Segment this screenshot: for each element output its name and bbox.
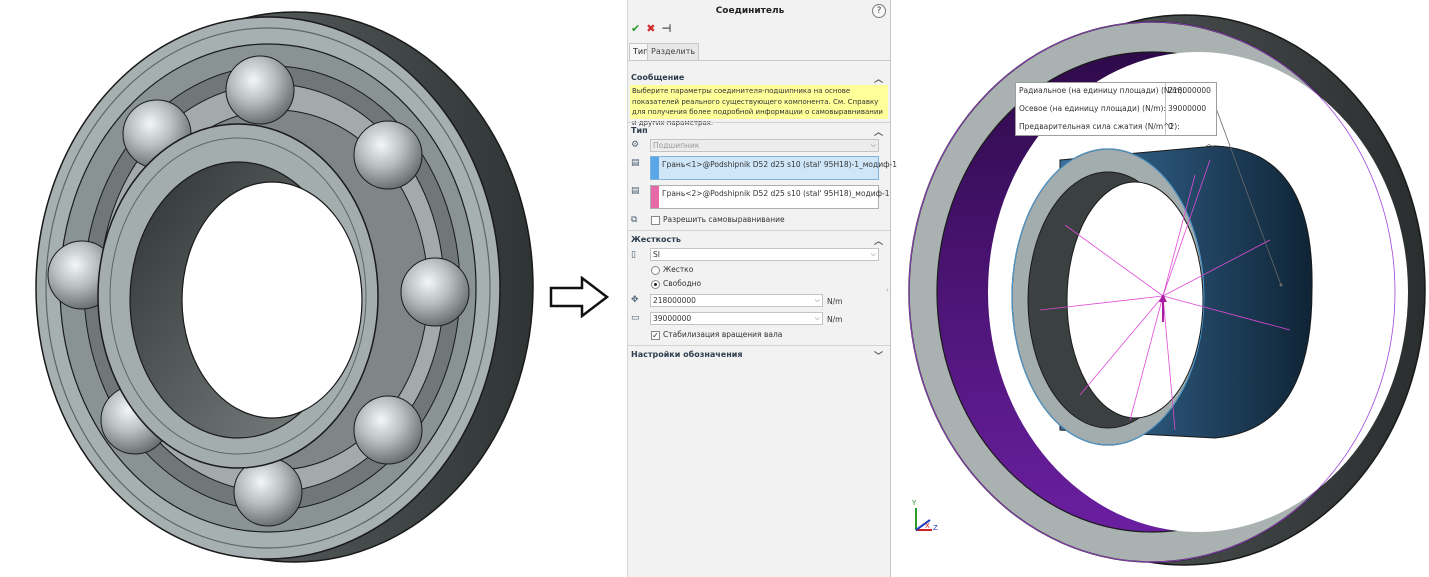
radial-stiffness-value: 218000000 <box>653 296 696 305</box>
tooltip-radial-label: Радиальное (на единицу площади) (N/m): <box>1019 86 1185 95</box>
stabilize-shaft-checkbox[interactable]: ✓ <box>651 331 660 340</box>
chevron-up-icon[interactable]: ︿ <box>874 125 883 138</box>
divider <box>628 122 890 123</box>
radial-stiffness-icon: ✥ <box>631 295 639 305</box>
stiffness-section-header[interactable]: Жесткость ︿ <box>628 235 890 247</box>
ball <box>400 257 470 327</box>
panel-title: Соединитель <box>715 6 785 16</box>
selection-2-text: Грань<2>@Podshipnik D52 d25 s10 (stal' 9… <box>662 189 890 198</box>
type-section-header[interactable]: Тип ︿ <box>628 126 890 138</box>
chevron-down-icon: ⌵ <box>814 314 820 322</box>
axial-stiffness-input[interactable]: 39000000 ⌵ <box>650 312 823 325</box>
color-swatch <box>651 186 659 208</box>
self-align-checkbox[interactable] <box>651 216 660 225</box>
connector-values-tooltip: Радиальное (на единицу площади) (N/m): 2… <box>1015 82 1217 136</box>
rigid-radio[interactable] <box>651 266 660 275</box>
face-selection-icon: ▤ <box>631 186 640 196</box>
color-swatch <box>651 157 659 179</box>
selection-box-1[interactable]: Грань<1>@Podshipnik D52 d25 s10 (stal' 9… <box>650 156 897 180</box>
svg-text:︿: ︿ <box>1204 139 1214 150</box>
selection-box-2[interactable]: Грань<2>@Podshipnik D52 d25 s10 (stal' 9… <box>650 185 890 209</box>
ball-bearing-model <box>35 11 534 563</box>
panel-toolbar: ✔ ✖ ⊣ <box>631 22 672 36</box>
axial-stiffness-value: 39000000 <box>653 314 692 323</box>
message-text: Выберите параметры соединителя-подшипник… <box>630 85 888 127</box>
ball <box>353 395 423 465</box>
connector-type-value: Подшипник <box>653 141 700 150</box>
selection-1-text: Грань<1>@Podshipnik D52 d25 s10 (stal' 9… <box>662 160 897 169</box>
divider <box>628 230 890 231</box>
rigid-label: Жестко <box>663 265 694 274</box>
right-arrow-icon <box>549 276 610 318</box>
tooltip-radial-value: 218000000 <box>1168 86 1211 95</box>
unit-system-value: SI <box>653 250 660 259</box>
radial-stiffness-input[interactable]: 218000000 ⌵ <box>650 294 823 307</box>
chevron-down-icon: ⌵ <box>814 296 820 304</box>
property-manager-panel: Соединитель ? ✔ ✖ ⊣ Тип Разделить Сообще… <box>627 0 897 577</box>
triad-x-label: X <box>925 522 930 530</box>
stiffness-section-title: Жесткость <box>631 235 681 244</box>
tooltip-preload-value: 0 <box>1168 122 1173 131</box>
cancel-x-icon[interactable]: ✖ <box>646 22 655 36</box>
axial-unit-label: N/m <box>827 315 843 324</box>
self-align-label: Разрешить самовыравнивание <box>663 215 785 224</box>
chevron-down-icon[interactable]: ﹀ <box>874 349 883 362</box>
display-section-header[interactable]: Настройки обозначения ﹀ <box>628 350 890 362</box>
radial-unit-label: N/m <box>827 297 843 306</box>
connector-type-select[interactable]: Подшипник ⌵ <box>650 139 879 152</box>
ball <box>353 120 423 190</box>
chevron-down-icon: ⌵ <box>870 141 876 149</box>
panel-tabs: Тип Разделить <box>628 43 890 61</box>
stabilize-shaft-label: Стабилизация вращения вала <box>663 330 783 339</box>
axial-stiffness-icon: ▭ <box>631 313 640 323</box>
face-selection-icon: ▤ <box>631 158 640 168</box>
connector-type-icon: ⚙ <box>631 140 640 150</box>
self-align-icon: ⧉ <box>631 215 638 225</box>
ok-check-icon[interactable]: ✔ <box>631 22 640 36</box>
triad-y-label: Y <box>912 499 917 507</box>
help-icon[interactable]: ? <box>872 4 886 18</box>
chevron-down-icon: ⌵ <box>870 250 876 258</box>
free-label: Свободно <box>663 279 702 288</box>
free-radio[interactable] <box>651 280 660 289</box>
triad-z-label: Z <box>933 524 938 532</box>
tooltip-axial-value: 39000000 <box>1168 104 1207 113</box>
tooltip-axial-label: Осевое (на единицу площади) (N/m): <box>1019 104 1166 113</box>
units-icon: ▯ <box>631 250 636 260</box>
tooltip-preload-label: Предварительная сила сжатия (N/m^2): <box>1019 122 1180 131</box>
unit-system-select[interactable]: SI ⌵ <box>650 248 879 261</box>
divider <box>628 345 890 346</box>
display-section-title: Настройки обозначения <box>631 350 743 359</box>
message-section-header[interactable]: Сообщение ︿ <box>628 73 890 85</box>
chevron-up-icon[interactable]: ︿ <box>874 234 883 247</box>
chevron-up-icon[interactable]: ︿ <box>874 72 883 85</box>
type-section-title: Тип <box>631 126 648 135</box>
tab-split[interactable]: Разделить <box>647 43 700 60</box>
message-section-title: Сообщение <box>631 73 685 82</box>
ball <box>225 55 295 125</box>
pin-icon[interactable]: ⊣ <box>661 22 671 36</box>
